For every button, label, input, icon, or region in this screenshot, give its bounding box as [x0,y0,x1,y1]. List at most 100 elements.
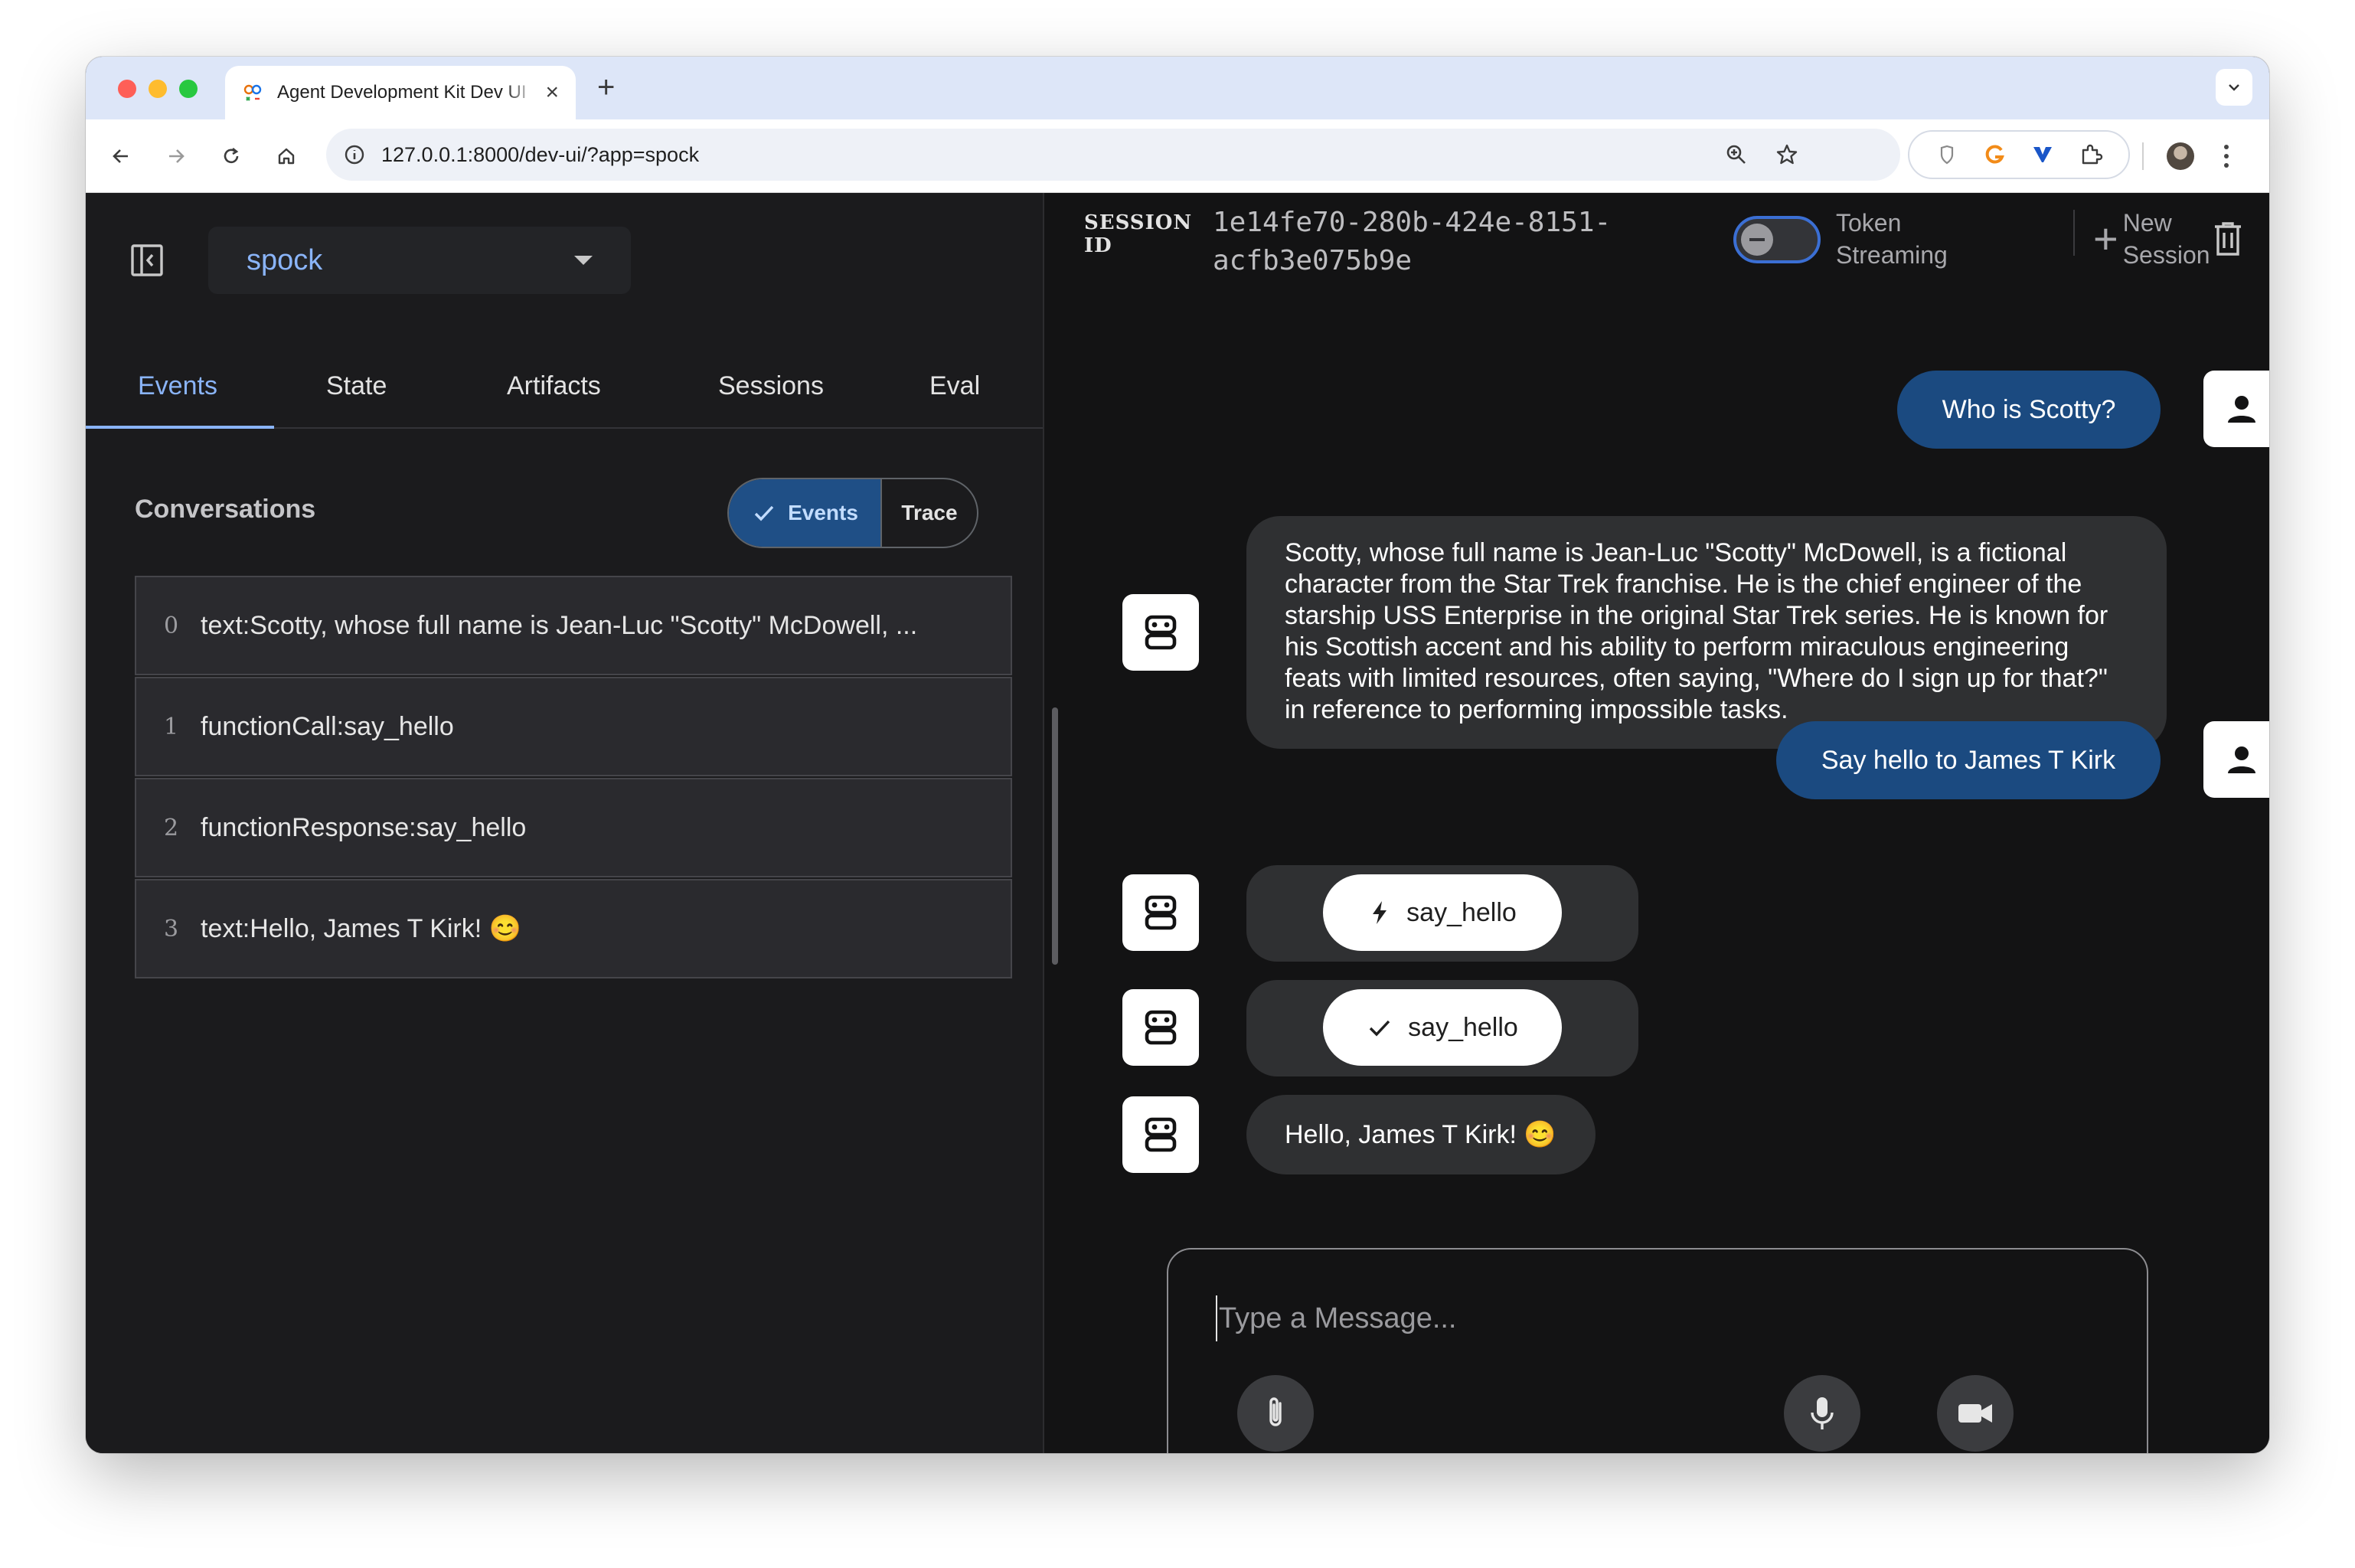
robot-icon [1145,1117,1177,1152]
conversations-heading: Conversations [135,495,316,524]
video-button[interactable] [1937,1375,2014,1452]
event-list: 0 text:Scotty, whose full name is Jean-L… [135,576,1012,980]
extensions-group [1908,130,2130,179]
session-id-value: 1e14fe70-280b-424e-8151- acfb3e075b9e [1213,207,1612,276]
bookmark-star-icon[interactable] [1773,141,1801,168]
token-streaming-label: Token Streaming [1836,209,1948,269]
back-arrow-icon[interactable] [103,138,139,175]
grammarly-extension-icon[interactable] [1981,141,2009,168]
checkmark-icon [754,505,774,521]
bot-avatar [1122,874,1199,951]
robot-icon [1145,615,1177,650]
tab-artifacts[interactable]: Artifacts [507,343,601,429]
tab-strip: Agent Development Kit Dev UI × + [86,57,2269,119]
tab-state[interactable]: State [326,343,387,429]
function-response-message: say_hello [1246,980,1638,1076]
bolt-icon [1373,901,1387,924]
user-avatar [2203,371,2269,447]
event-index: 3 [164,915,179,942]
delete-session-icon[interactable] [2210,219,2246,259]
close-window-button[interactable] [118,80,136,98]
side-panel-tabs: Events State Artifacts Sessions Eval [86,343,1043,429]
collapse-sidebar-icon[interactable] [127,240,167,280]
events-toggle-button[interactable]: Events [729,479,882,547]
browser-tab[interactable]: Agent Development Kit Dev UI × [225,66,576,119]
plus-icon: + [2093,214,2118,263]
home-icon[interactable] [268,138,305,175]
bot-avatar [1122,594,1199,671]
chat-panel: SESSION ID 1e14fe70-280b-424e-8151- acfb… [1044,193,2269,1453]
attach-file-button[interactable] [1237,1375,1314,1452]
event-index: 0 [164,612,179,639]
side-panel: spock Events State Artifacts Sessions Ev… [86,193,1043,1453]
checkmark-icon [1369,1020,1390,1037]
event-text: text:Hello, James T Kirk! 😊 [201,914,521,943]
toggle-knob [1741,224,1773,256]
active-tab-indicator [86,426,274,429]
url-text: 127.0.0.1:8000/dev-ui/?app=spock [381,142,700,166]
token-streaming-toggle[interactable] [1733,216,1821,263]
robot-icon [1145,895,1177,930]
event-row[interactable]: 2 functionResponse:say_hello [135,778,1012,877]
function-call-message: say_hello [1246,865,1638,962]
person-icon [2228,746,2255,773]
bot-message-bubble: Scotty, whose full name is Jean-Luc "Sco… [1246,516,2167,749]
address-bar[interactable]: 127.0.0.1:8000/dev-ui/?app=spock [326,129,1900,181]
header-separator [2073,210,2075,256]
bird-extension-icon[interactable] [2029,141,2056,168]
shield-extension-icon[interactable] [1933,141,1961,168]
microphone-icon [1811,1397,1834,1429]
minimize-window-button[interactable] [149,80,167,98]
user-avatar [2203,721,2269,798]
profile-avatar[interactable] [2167,142,2194,170]
tab-title: Agent Development Kit Dev UI [277,82,527,103]
message-composer [1167,1248,2148,1453]
browser-menu-icon[interactable] [2211,136,2242,176]
new-tab-button[interactable]: + [597,70,615,105]
person-icon [2228,396,2255,423]
reload-icon[interactable] [213,138,250,175]
event-index: 2 [164,814,179,841]
adk-favicon-icon [242,82,263,103]
new-session-label: New Session [2122,209,2210,269]
tab-sessions[interactable]: Sessions [718,343,824,429]
trace-toggle-button[interactable]: Trace [882,479,977,547]
user-message-bubble: Who is Scotty? [1897,371,2161,449]
paperclip-icon [1269,1397,1282,1426]
event-text: functionResponse:say_hello [201,812,527,842]
event-index: 1 [164,713,179,740]
event-row[interactable]: 0 text:Scotty, whose full name is Jean-L… [135,576,1012,675]
function-call-chip[interactable]: say_hello [1323,874,1562,951]
function-response-chip[interactable]: say_hello [1323,989,1562,1066]
side-panel-scrollbar[interactable] [1052,707,1058,965]
site-info-icon[interactable] [341,142,367,168]
forward-arrow-icon[interactable] [158,138,194,175]
video-camera-icon [1958,1404,1992,1423]
robot-icon [1145,1010,1177,1045]
dropdown-caret-icon [574,256,593,265]
app-selector[interactable]: spock [208,227,631,294]
session-id-label: SESSION ID [1084,211,1193,257]
microphone-button[interactable] [1784,1375,1860,1452]
tab-events[interactable]: Events [138,343,217,429]
function-response-name: say_hello [1408,1012,1518,1042]
puzzle-extensions-icon[interactable] [2077,141,2105,168]
tab-search-button[interactable] [2216,69,2252,106]
tab-close-icon[interactable]: × [545,81,559,104]
function-call-name: say_hello [1406,897,1517,927]
event-text: functionCall:say_hello [201,711,454,741]
bot-message-bubble: Hello, James T Kirk! 😊 [1246,1095,1596,1174]
tab-eval[interactable]: Eval [929,343,980,429]
user-message-bubble: Say hello to James T Kirk [1776,721,2161,799]
event-row[interactable]: 1 functionCall:say_hello [135,677,1012,776]
chevron-down-icon [2229,84,2239,91]
event-row[interactable]: 3 text:Hello, James T Kirk! 😊 [135,879,1012,978]
event-text: text:Scotty, whose full name is Jean-Luc… [201,610,918,640]
maximize-window-button[interactable] [179,80,198,98]
new-session-button[interactable]: + New Session [2093,207,2210,271]
zoom-icon[interactable] [1723,141,1750,168]
toolbar-separator [2142,142,2144,170]
events-trace-toggle: Events Trace [727,478,978,548]
message-input[interactable] [1216,1295,2058,1341]
browser-window: Agent Development Kit Dev UI × + 127.0.0… [86,57,2269,1453]
